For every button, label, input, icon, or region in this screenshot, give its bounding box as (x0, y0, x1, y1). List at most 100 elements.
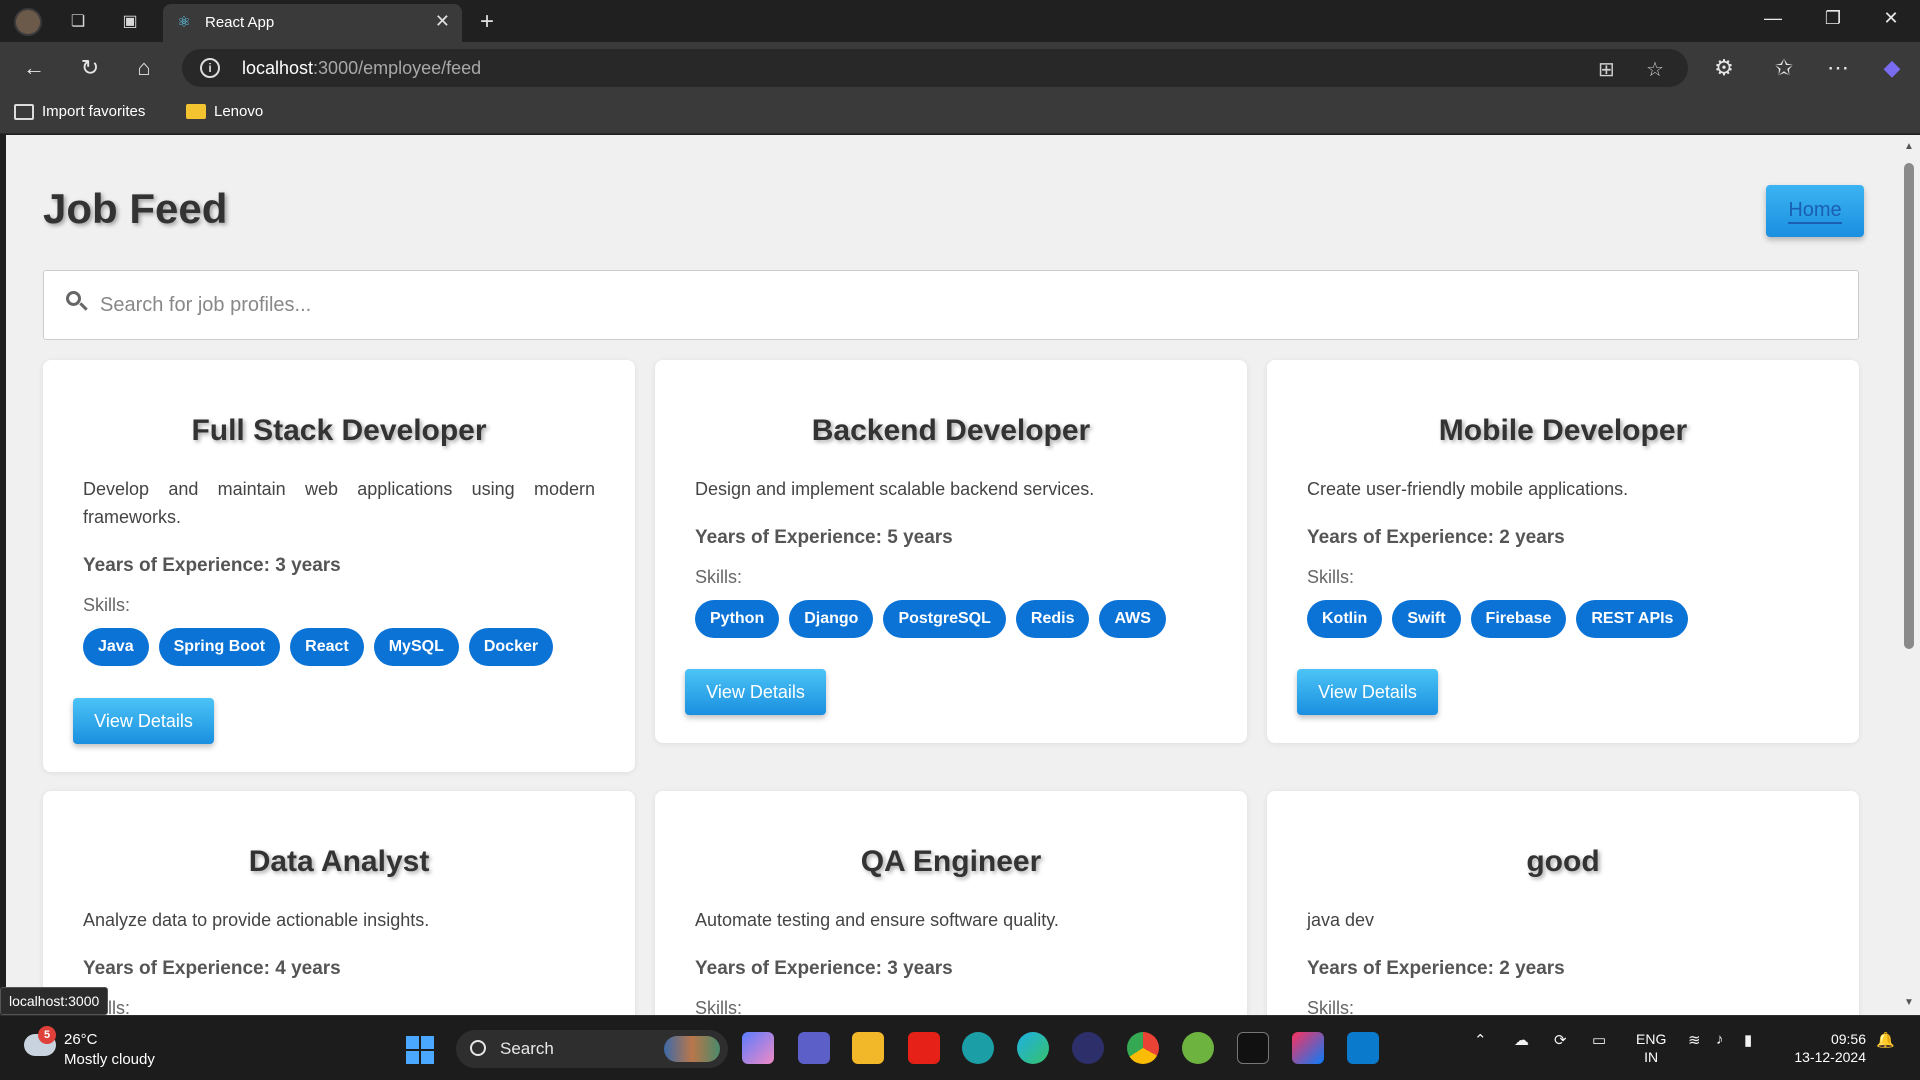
copilot-app-icon[interactable] (742, 1032, 774, 1064)
favorite-star-icon[interactable]: ☆ (1646, 57, 1664, 82)
back-icon[interactable]: ← (20, 54, 48, 82)
home-browser-icon[interactable]: ⌂ (130, 54, 158, 82)
view-details-button[interactable]: View Details (1297, 669, 1438, 715)
skills-label: Skills: (1307, 998, 1355, 1015)
page-scrollbar[interactable]: ▲ ▼ (1898, 135, 1920, 1015)
experience-value: 2 years (1499, 527, 1565, 548)
taskbar-search[interactable]: Search (456, 1030, 728, 1068)
home-button[interactable]: Home (1766, 185, 1864, 237)
job-description: Automate testing and ensure software qua… (695, 910, 1059, 930)
site-info-icon[interactable]: i (200, 58, 220, 78)
extensions-icon[interactable]: ⚙ (1710, 54, 1738, 82)
job-experience: Years of Experience: 3 years (695, 958, 953, 980)
favorites-icon[interactable]: ✩ (1770, 54, 1798, 82)
job-experience: Years of Experience: 2 years (1307, 527, 1565, 549)
start-windows-icon[interactable] (406, 1036, 434, 1064)
page-viewport: Job Feed Home Full Stack Developer Devel… (6, 135, 1898, 1015)
job-description: java dev (1307, 910, 1375, 930)
job-title: Backend Developer (811, 414, 1091, 447)
sync-icon[interactable]: ⟳ (1554, 1031, 1567, 1049)
close-tab-icon[interactable]: ✕ (435, 11, 450, 32)
url-text[interactable]: localhost:3000/employee/feed (242, 58, 481, 79)
scroll-thumb[interactable] (1904, 163, 1914, 649)
job-title: Full Stack Developer (191, 414, 487, 447)
app-available-icon[interactable]: ⊞ (1598, 57, 1615, 82)
display-icon[interactable]: ▭ (1592, 1031, 1606, 1049)
onedrive-icon[interactable]: ☁ (1514, 1031, 1529, 1049)
experience-prefix: Years of Experience: (695, 527, 882, 548)
battery-icon[interactable]: ▮ (1744, 1031, 1752, 1049)
bookmarks-bar: Import favorites Lenovo (0, 94, 1920, 134)
vscode-app-icon[interactable] (1347, 1032, 1379, 1064)
skills-label: Skills: (695, 998, 743, 1015)
chrome-app-icon[interactable] (1127, 1032, 1159, 1064)
experience-value: 3 years (887, 958, 953, 979)
terminal-app-icon[interactable] (1237, 1032, 1269, 1064)
youtube-app-icon[interactable] (908, 1032, 940, 1064)
notification-bell-icon[interactable]: 🔔 (1876, 1031, 1895, 1049)
weather-badge: 5 (38, 1026, 56, 1044)
minimize-icon[interactable]: — (1750, 8, 1796, 29)
job-card: Data Analyst Analyze data to provide act… (43, 791, 635, 1015)
skill-chip: Docker (468, 628, 554, 666)
search-icon (66, 291, 88, 311)
bookmark-import-favorites[interactable]: Import favorites (14, 103, 145, 120)
system-clock[interactable]: 09:56 13-12-2024 (1786, 1030, 1866, 1066)
more-options-icon[interactable]: ⋯ (1824, 54, 1852, 82)
experience-value: 2 years (1499, 958, 1565, 979)
vertical-tabs-icon[interactable]: ▣ (118, 10, 142, 34)
skills-list: Python Django PostgreSQL Redis AWS (695, 600, 1166, 638)
skill-chip: AWS (1099, 600, 1166, 638)
teams-app-icon[interactable] (798, 1032, 830, 1064)
skill-chip: Redis (1015, 600, 1090, 638)
experience-prefix: Years of Experience: (1307, 527, 1494, 548)
job-description: Create user-friendly mobile applications… (1307, 479, 1629, 499)
copilot-icon[interactable]: ◆ (1878, 54, 1906, 82)
restore-icon[interactable]: ❐ (1810, 8, 1856, 29)
skill-chip: Swift (1392, 600, 1461, 638)
new-tab-icon[interactable]: + (480, 8, 494, 36)
arduino-app-icon[interactable] (962, 1032, 994, 1064)
spring-tools-icon[interactable] (1182, 1032, 1214, 1064)
close-window-icon[interactable]: ✕ (1868, 8, 1914, 29)
volume-icon[interactable]: ♪ (1716, 1031, 1724, 1048)
skills-label: Skills: (83, 595, 131, 615)
skill-chip: PostgreSQL (883, 600, 1006, 638)
search-input[interactable] (100, 271, 1840, 339)
address-bar[interactable]: i localhost:3000/employee/feed ⊞ ☆ (182, 49, 1688, 87)
refresh-icon[interactable]: ↻ (76, 54, 104, 82)
scroll-down-icon[interactable]: ▼ (1903, 997, 1915, 1008)
workspaces-icon[interactable]: ❏ (66, 10, 90, 34)
bookmark-lenovo[interactable]: Lenovo (186, 103, 263, 120)
eclipse-app-icon[interactable] (1072, 1032, 1104, 1064)
skills-list: Java Spring Boot React MySQL Docker (83, 628, 554, 666)
job-experience: Years of Experience: 5 years (695, 527, 953, 549)
url-path: :3000/employee/feed (313, 58, 482, 78)
experience-prefix: Years of Experience: (695, 958, 882, 979)
wifi-icon[interactable]: ≋ (1688, 1031, 1701, 1049)
file-explorer-icon[interactable] (852, 1032, 884, 1064)
experience-prefix: Years of Experience: (1307, 958, 1494, 979)
show-hidden-icons[interactable]: ⌃ (1474, 1031, 1487, 1049)
skills-label: Skills: (1307, 567, 1355, 587)
search-highlight-image (664, 1036, 720, 1062)
skill-chip: MySQL (373, 628, 459, 666)
language-indicator[interactable]: ENG IN (1636, 1030, 1666, 1066)
view-details-button[interactable]: View Details (73, 698, 214, 744)
windows-taskbar: 5 26°C Mostly cloudy Search ⌃ ☁ ⟳ ▭ ENG … (0, 1015, 1920, 1080)
language-line2: IN (1644, 1049, 1659, 1065)
browser-tab[interactable]: ⚛ React App ✕ (163, 4, 462, 42)
skill-chip: Python (695, 600, 780, 638)
intellij-app-icon[interactable] (1292, 1032, 1324, 1064)
job-card: Mobile Developer Create user-friendly mo… (1267, 360, 1859, 743)
weather-description[interactable]: Mostly cloudy (64, 1051, 155, 1068)
job-title: Data Analyst (248, 845, 430, 878)
profile-avatar[interactable] (14, 8, 42, 36)
edge-app-icon[interactable] (1017, 1032, 1049, 1064)
clock-time: 09:56 (1830, 1031, 1866, 1047)
job-card: good java dev Years of Experience: 2 yea… (1267, 791, 1859, 1015)
scroll-up-icon[interactable]: ▲ (1903, 141, 1915, 152)
skill-chip: Spring Boot (158, 628, 281, 666)
view-details-button[interactable]: View Details (685, 669, 826, 715)
weather-temperature[interactable]: 26°C (64, 1031, 98, 1048)
